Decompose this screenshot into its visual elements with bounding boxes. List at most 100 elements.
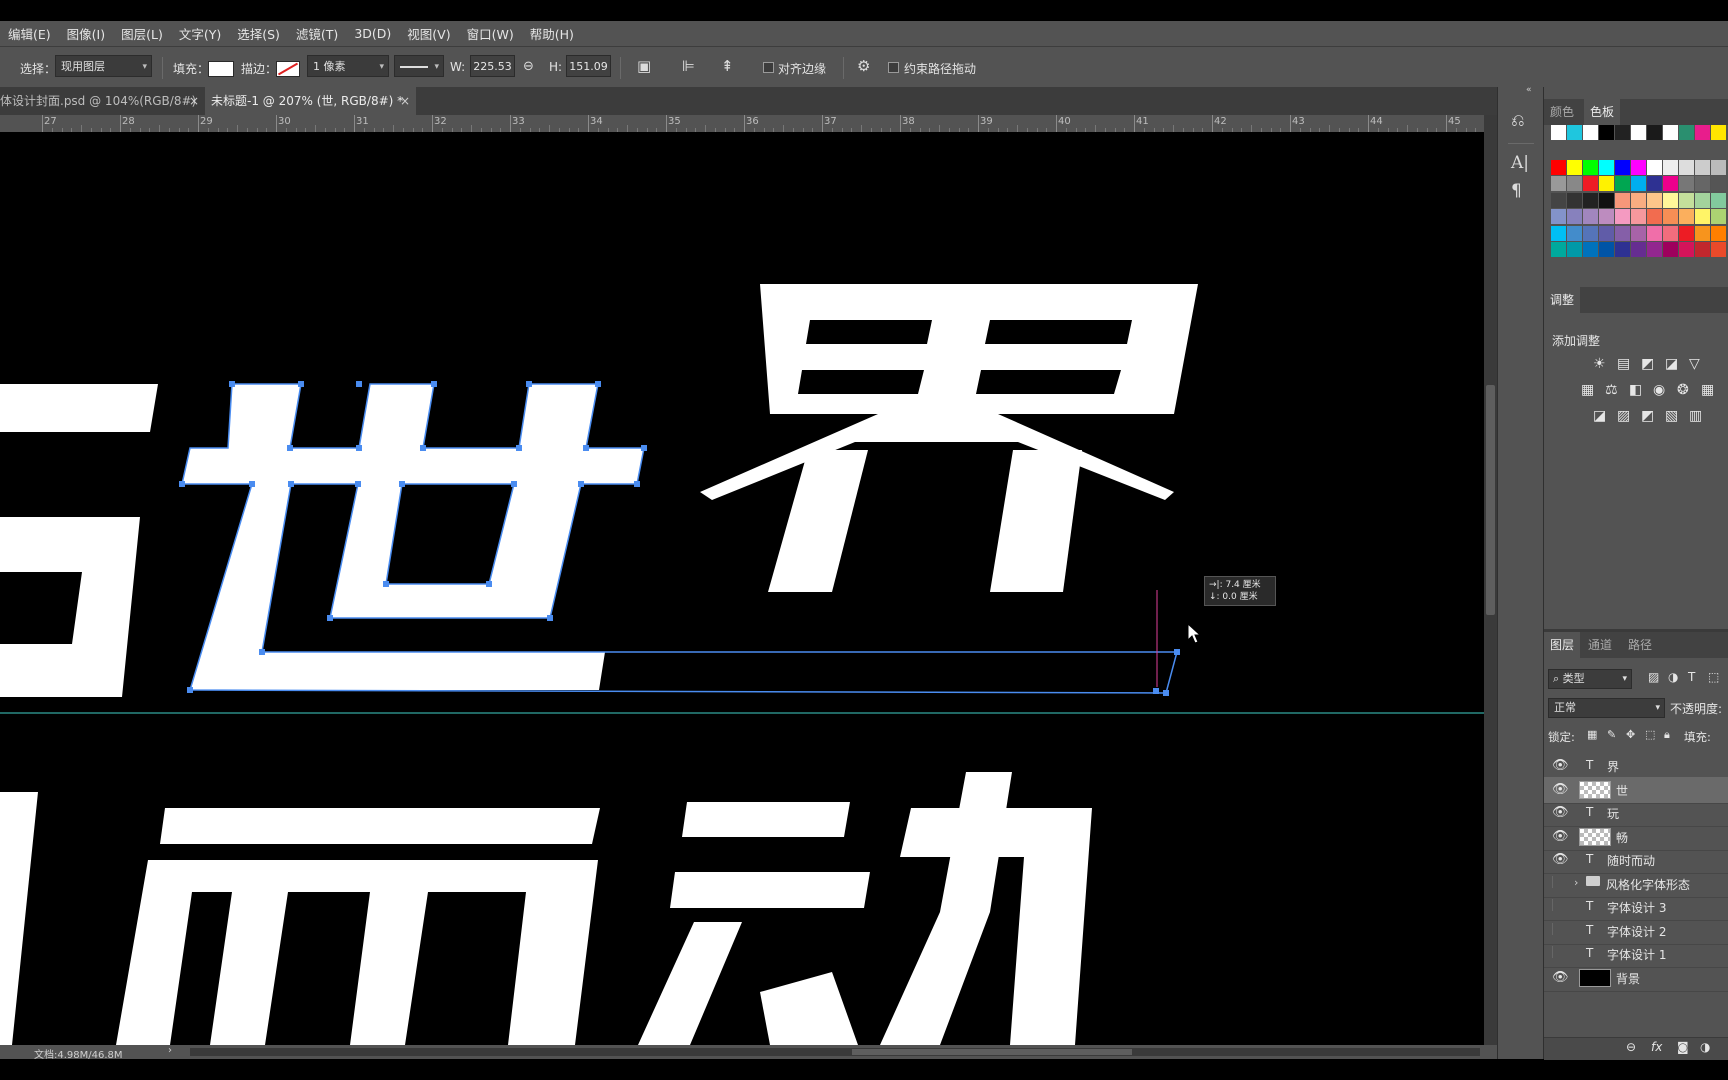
color-swatch[interactable] bbox=[1551, 192, 1566, 208]
brightness-icon[interactable]: ☀ bbox=[1593, 356, 1606, 372]
lock-transparent-icon[interactable]: ▦ bbox=[1587, 728, 1597, 741]
vertical-scrollbar[interactable] bbox=[1484, 115, 1497, 1045]
color-swatch[interactable] bbox=[1647, 242, 1662, 257]
color-swatch[interactable] bbox=[1615, 159, 1630, 175]
adjustment-filter-icon[interactable]: ◑ bbox=[1668, 670, 1678, 684]
shape-filter-icon[interactable]: ⬚ bbox=[1708, 670, 1719, 684]
color-swatch[interactable] bbox=[1647, 225, 1662, 241]
color-swatch[interactable] bbox=[1695, 225, 1710, 241]
color-swatch[interactable] bbox=[1567, 209, 1582, 224]
selective-color-icon[interactable]: ▧ bbox=[1665, 408, 1678, 424]
fill-swatch[interactable] bbox=[208, 61, 234, 77]
tab-document-1[interactable]: 体设计封面.psd @ 104%(RGB/8#) × bbox=[0, 87, 205, 115]
color-swatch[interactable] bbox=[1615, 176, 1630, 191]
tab-layers[interactable]: 图层 bbox=[1544, 632, 1581, 658]
color-swatch[interactable] bbox=[1695, 192, 1710, 208]
color-swatch[interactable] bbox=[1631, 176, 1646, 191]
color-swatch[interactable] bbox=[1695, 176, 1710, 191]
type-filter-icon[interactable]: T bbox=[1688, 670, 1695, 684]
menu-item[interactable]: 3D(D) bbox=[346, 26, 399, 41]
color-lookup-icon[interactable]: ▦ bbox=[1701, 382, 1714, 398]
color-swatch[interactable] bbox=[1647, 192, 1662, 208]
paragraph-icon[interactable]: ¶ bbox=[1511, 181, 1522, 201]
color-swatch[interactable] bbox=[1583, 192, 1598, 208]
color-swatch[interactable] bbox=[1615, 242, 1630, 257]
tab-adjustments[interactable]: 调整 bbox=[1544, 287, 1581, 313]
gradient-map-icon[interactable]: ▥ bbox=[1689, 408, 1702, 424]
layer-row[interactable]: 👁︎ 背景 bbox=[1544, 965, 1728, 992]
color-swatch[interactable] bbox=[1551, 176, 1566, 191]
color-swatch[interactable] bbox=[1615, 125, 1630, 140]
color-swatch[interactable] bbox=[1615, 225, 1630, 241]
hidden-visibility-icon[interactable] bbox=[1552, 899, 1565, 911]
color-swatch[interactable] bbox=[1583, 242, 1598, 257]
chevron-right-icon[interactable]: › bbox=[168, 1045, 172, 1056]
color-swatch[interactable] bbox=[1711, 192, 1726, 208]
close-icon[interactable]: × bbox=[189, 87, 199, 115]
close-icon[interactable]: × bbox=[400, 87, 410, 115]
tab-swatches[interactable]: 色板 bbox=[1584, 99, 1621, 125]
eye-icon[interactable]: 👁︎ bbox=[1552, 852, 1569, 867]
color-swatch[interactable] bbox=[1583, 159, 1598, 175]
color-swatch[interactable] bbox=[1631, 159, 1646, 175]
color-swatch[interactable] bbox=[1567, 159, 1582, 175]
select-dropdown[interactable]: 现用图层 ▾ bbox=[55, 55, 152, 77]
color-swatch[interactable] bbox=[1551, 209, 1566, 224]
color-swatch[interactable] bbox=[1551, 159, 1566, 175]
color-swatch[interactable] bbox=[1631, 225, 1646, 241]
gear-icon[interactable]: ⚙ bbox=[857, 57, 870, 75]
eye-icon[interactable]: 👁︎ bbox=[1552, 782, 1569, 797]
canvas[interactable]: →|: 7.4 厘米 ↓: 0.0 厘米 bbox=[0, 132, 1484, 1045]
color-swatch[interactable] bbox=[1567, 125, 1582, 140]
menu-item[interactable]: 滤镜(T) bbox=[288, 24, 346, 43]
path-operations-icon[interactable]: ▣ bbox=[637, 57, 651, 75]
color-swatch[interactable] bbox=[1663, 176, 1678, 191]
hidden-visibility-icon[interactable] bbox=[1552, 922, 1565, 935]
color-swatch[interactable] bbox=[1663, 209, 1678, 224]
color-swatch[interactable] bbox=[1631, 125, 1646, 140]
color-swatch[interactable] bbox=[1551, 225, 1566, 241]
pixel-filter-icon[interactable]: ▨ bbox=[1648, 670, 1659, 684]
new-adjustment-icon[interactable]: ◑ bbox=[1700, 1040, 1710, 1054]
threshold-icon[interactable]: ◩ bbox=[1641, 408, 1654, 424]
chevron-right-icon[interactable]: › bbox=[1574, 876, 1578, 889]
lock-artboard-icon[interactable]: ⬚ bbox=[1645, 728, 1655, 741]
blend-mode-dropdown[interactable]: 正常 ▾ bbox=[1548, 698, 1665, 718]
fx-icon[interactable]: fx bbox=[1651, 1040, 1662, 1054]
color-swatch[interactable] bbox=[1663, 159, 1678, 175]
history-icon[interactable]: ⎌ bbox=[1511, 111, 1525, 131]
color-swatch[interactable] bbox=[1631, 242, 1646, 257]
color-swatch[interactable] bbox=[1663, 125, 1678, 140]
invert-icon[interactable]: ◪ bbox=[1593, 408, 1606, 424]
tab-paths[interactable]: 路径 bbox=[1622, 632, 1658, 658]
color-swatch[interactable] bbox=[1647, 176, 1662, 191]
lock-position-icon[interactable]: ✥ bbox=[1626, 728, 1635, 741]
color-swatch[interactable] bbox=[1583, 225, 1598, 241]
lock-pixels-icon[interactable]: ✎ bbox=[1607, 728, 1616, 741]
color-swatch[interactable] bbox=[1599, 242, 1614, 257]
color-swatch[interactable] bbox=[1679, 159, 1694, 175]
color-swatch[interactable] bbox=[1647, 209, 1662, 224]
link-icon[interactable]: ⊖ bbox=[523, 59, 534, 74]
horizontal-scrollbar[interactable] bbox=[190, 1048, 1480, 1056]
color-swatch[interactable] bbox=[1663, 192, 1678, 208]
scrollbar-thumb[interactable] bbox=[852, 1049, 1132, 1055]
add-mask-icon[interactable]: ◙ bbox=[1677, 1040, 1689, 1054]
menu-item[interactable]: 选择(S) bbox=[229, 24, 288, 43]
hidden-visibility-icon[interactable] bbox=[1552, 946, 1565, 958]
black-white-icon[interactable]: ◧ bbox=[1629, 382, 1642, 398]
color-swatch[interactable] bbox=[1679, 192, 1694, 208]
color-swatch[interactable] bbox=[1647, 125, 1662, 140]
layer-filter-dropdown[interactable]: ⌕ 类型 ▾ bbox=[1548, 669, 1632, 689]
photo-filter-icon[interactable]: ◉ bbox=[1653, 382, 1665, 398]
width-field[interactable]: 225.53 bbox=[470, 55, 515, 77]
color-swatch[interactable] bbox=[1567, 225, 1582, 241]
character-icon[interactable]: A| bbox=[1511, 153, 1529, 173]
exposure-icon[interactable]: ◪ bbox=[1665, 356, 1678, 372]
path-arrangement-icon[interactable]: ⇞ bbox=[721, 57, 734, 75]
color-swatch[interactable] bbox=[1599, 159, 1614, 175]
color-swatch[interactable] bbox=[1583, 125, 1598, 140]
color-swatch[interactable] bbox=[1647, 159, 1662, 175]
path-alignment-icon[interactable]: ⊫ bbox=[682, 57, 695, 75]
color-swatch[interactable] bbox=[1599, 176, 1614, 191]
